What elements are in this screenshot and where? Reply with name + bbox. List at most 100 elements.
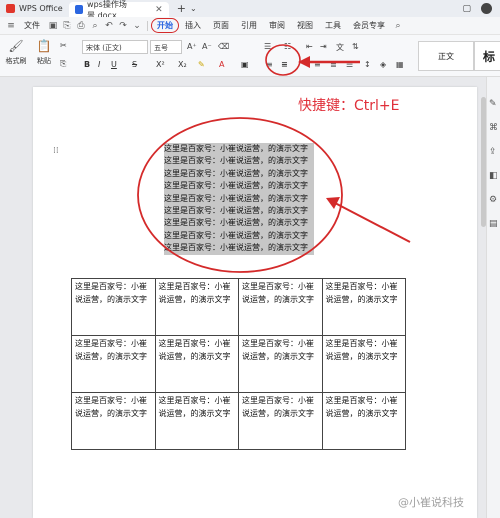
- table-row: 这里是百家号：小崔说运营，的演示文字 这里是百家号：小崔说运营，的演示文字 这里…: [71, 278, 406, 336]
- ribbon-toolbar: 🖌 格式刷 📋 粘贴 ✂ ⎘ 宋体 (正文) 五号 A⁺ A⁻ ⌫ B I U …: [0, 35, 500, 77]
- selected-line: 这里是百家号：小崔说运营，的演示文字: [164, 143, 314, 156]
- style-heading-card[interactable]: 标: [474, 41, 500, 71]
- table-cell[interactable]: 这里是百家号：小崔说运营，的演示文字: [321, 278, 406, 336]
- selected-line: 这里是百家号：小崔说运营，的演示文字: [164, 204, 314, 218]
- menu-file[interactable]: 文件: [18, 20, 46, 31]
- new-tab-icon[interactable]: +: [177, 2, 186, 15]
- bold-button[interactable]: B: [84, 60, 90, 69]
- clear-format-icon[interactable]: ⌫: [218, 42, 229, 51]
- print-icon[interactable]: ⎙: [74, 21, 88, 31]
- justify-icon[interactable]: ≣: [330, 60, 337, 69]
- undo-icon[interactable]: ↶: [102, 21, 116, 31]
- shading-icon[interactable]: ◈: [380, 60, 386, 69]
- font-color-icon[interactable]: A: [219, 60, 224, 69]
- line-spacing-icon[interactable]: ↕: [364, 60, 371, 69]
- tab-member[interactable]: 会员专享: [347, 20, 391, 31]
- window-controls: ▢: [462, 3, 500, 14]
- app-tab[interactable]: WPS Office: [0, 0, 69, 17]
- layout-icon[interactable]: ▢: [462, 4, 471, 14]
- app-name: WPS Office: [19, 4, 63, 13]
- search-icon[interactable]: ⌕: [391, 21, 405, 31]
- tab-tools[interactable]: 工具: [319, 20, 347, 31]
- format-painter-label: 格式刷: [5, 57, 27, 65]
- menu-hamburger-icon[interactable]: ≡: [4, 21, 18, 31]
- superscript-button[interactable]: X²: [156, 60, 165, 69]
- table-cell[interactable]: 这里是百家号：小崔说运营，的演示文字: [154, 392, 239, 450]
- bullet-list-icon[interactable]: ☰: [264, 42, 271, 51]
- avatar[interactable]: [481, 3, 492, 14]
- tab-page[interactable]: 页面: [207, 20, 235, 31]
- tab-list-chevron-icon[interactable]: ⌄: [190, 4, 197, 13]
- distributed-icon[interactable]: ☰: [346, 60, 353, 69]
- chinese-layout-icon[interactable]: 文: [336, 42, 344, 53]
- tab-home[interactable]: 开始: [151, 18, 179, 33]
- sidebar-style-icon[interactable]: ◧: [489, 171, 498, 181]
- sidebar-layout-icon[interactable]: ▤: [489, 219, 498, 229]
- tab-references[interactable]: 引用: [235, 20, 263, 31]
- tab-review[interactable]: 审阅: [263, 20, 291, 31]
- selected-line: 这里是百家号：小崔说运营，的演示文字: [164, 180, 314, 193]
- save-icon[interactable]: ▣: [46, 21, 60, 31]
- table-cell[interactable]: 这里是百家号：小崔说运营，的演示文字: [238, 278, 323, 336]
- copy-icon[interactable]: ⎘: [60, 59, 66, 69]
- close-tab-icon[interactable]: ✕: [155, 5, 163, 15]
- sidebar-share-icon[interactable]: ⇪: [489, 147, 497, 157]
- shrink-font-icon[interactable]: A⁻: [202, 42, 212, 51]
- sidebar-settings-icon[interactable]: ⚙: [489, 195, 497, 205]
- menu-bar: ≡ 文件 ▣ ⎘ ⎙ ⌕ ↶ ↷ ⌄ 开始 插入 页面 引用 审阅 视图 工具 …: [0, 17, 500, 35]
- watermark: @小崔说科技: [398, 496, 464, 509]
- underline-button[interactable]: U: [111, 60, 117, 69]
- table-cell[interactable]: 这里是百家号：小崔说运营，的演示文字: [321, 392, 406, 450]
- selected-text-block[interactable]: 这里是百家号：小崔说运营，的演示文字 这里是百家号：小崔说运营，的演示文字 这里…: [164, 143, 314, 255]
- borders-icon[interactable]: ▦: [396, 60, 404, 69]
- tab-view[interactable]: 视图: [291, 20, 319, 31]
- shortcut-annotation: 快捷键：Ctrl+E: [298, 98, 400, 114]
- decrease-indent-icon[interactable]: ⇤: [306, 42, 313, 51]
- character-border-icon[interactable]: ▣: [241, 60, 249, 69]
- align-right-icon[interactable]: ≡: [314, 60, 321, 69]
- style-normal-card[interactable]: 正文: [418, 41, 474, 71]
- table-cell[interactable]: 这里是百家号：小崔说运营，的演示文字: [238, 392, 323, 450]
- table-cell[interactable]: 这里是百家号：小崔说运营，的演示文字: [71, 278, 156, 336]
- paste-button[interactable]: 📋 粘贴: [32, 39, 56, 66]
- grow-font-icon[interactable]: A⁺: [187, 42, 197, 51]
- table-cell[interactable]: 这里是百家号：小崔说运营，的演示文字: [321, 335, 406, 393]
- move-handle-icon[interactable]: ⁞⁞: [53, 146, 59, 156]
- tab-insert[interactable]: 插入: [179, 20, 207, 31]
- sidebar-format-icon[interactable]: ⌘: [489, 123, 498, 133]
- strikethrough-button[interactable]: S: [132, 60, 137, 69]
- table-row: 这里是百家号：小崔说运营，的演示文字 这里是百家号：小崔说运营，的演示文字 这里…: [71, 392, 406, 450]
- table-cell[interactable]: 这里是百家号：小崔说运营，的演示文字: [71, 392, 156, 450]
- title-bar: WPS Office wps操作场景.docx ✕ + ⌄ ▢: [0, 0, 500, 20]
- preview-icon[interactable]: ⌕: [88, 21, 102, 31]
- numbered-list-icon[interactable]: ☷: [284, 42, 291, 51]
- sort-icon[interactable]: ⇅: [352, 42, 359, 51]
- font-name-select[interactable]: 宋体 (正文): [82, 40, 148, 54]
- style-heading-label: 标: [482, 49, 495, 64]
- right-sidebar: ✎ ⌘ ⇪ ◧ ⚙ ▤: [486, 77, 500, 518]
- italic-button[interactable]: I: [98, 60, 100, 69]
- table-cell[interactable]: 这里是百家号：小崔说运营，的演示文字: [154, 335, 239, 393]
- table-cell[interactable]: 这里是百家号：小崔说运营，的演示文字: [71, 335, 156, 393]
- subscript-button[interactable]: X₂: [178, 60, 187, 69]
- highlight-icon[interactable]: ✎: [198, 60, 205, 69]
- table-cell[interactable]: 这里是百家号：小崔说运营，的演示文字: [238, 335, 323, 393]
- divider: [147, 20, 148, 31]
- cut-icon[interactable]: ✂: [60, 41, 67, 50]
- format-painter-button[interactable]: 🖌 格式刷: [4, 39, 28, 66]
- font-size-value: 五号: [154, 44, 168, 52]
- word-doc-icon: [74, 5, 84, 14]
- redo-icon[interactable]: ↷: [116, 21, 130, 31]
- more-chevron-icon[interactable]: ⌄: [130, 21, 144, 31]
- document-table[interactable]: 这里是百家号：小崔说运营，的演示文字 这里是百家号：小崔说运营，的演示文字 这里…: [71, 278, 406, 450]
- table-cell[interactable]: 这里是百家号：小崔说运营，的演示文字: [154, 278, 239, 336]
- export-icon[interactable]: ⎘: [60, 21, 74, 31]
- sidebar-tool-icon[interactable]: ✎: [489, 99, 497, 109]
- font-size-select[interactable]: 五号: [150, 40, 182, 54]
- increase-indent-icon[interactable]: ⇥: [320, 42, 327, 51]
- align-left-icon[interactable]: ≡: [266, 60, 273, 69]
- wps-logo-icon: [6, 4, 15, 13]
- align-center-button[interactable]: ≡: [281, 60, 288, 69]
- font-name-value: 宋体 (正文): [86, 44, 122, 52]
- document-tab[interactable]: wps操作场景.docx ✕: [68, 0, 169, 20]
